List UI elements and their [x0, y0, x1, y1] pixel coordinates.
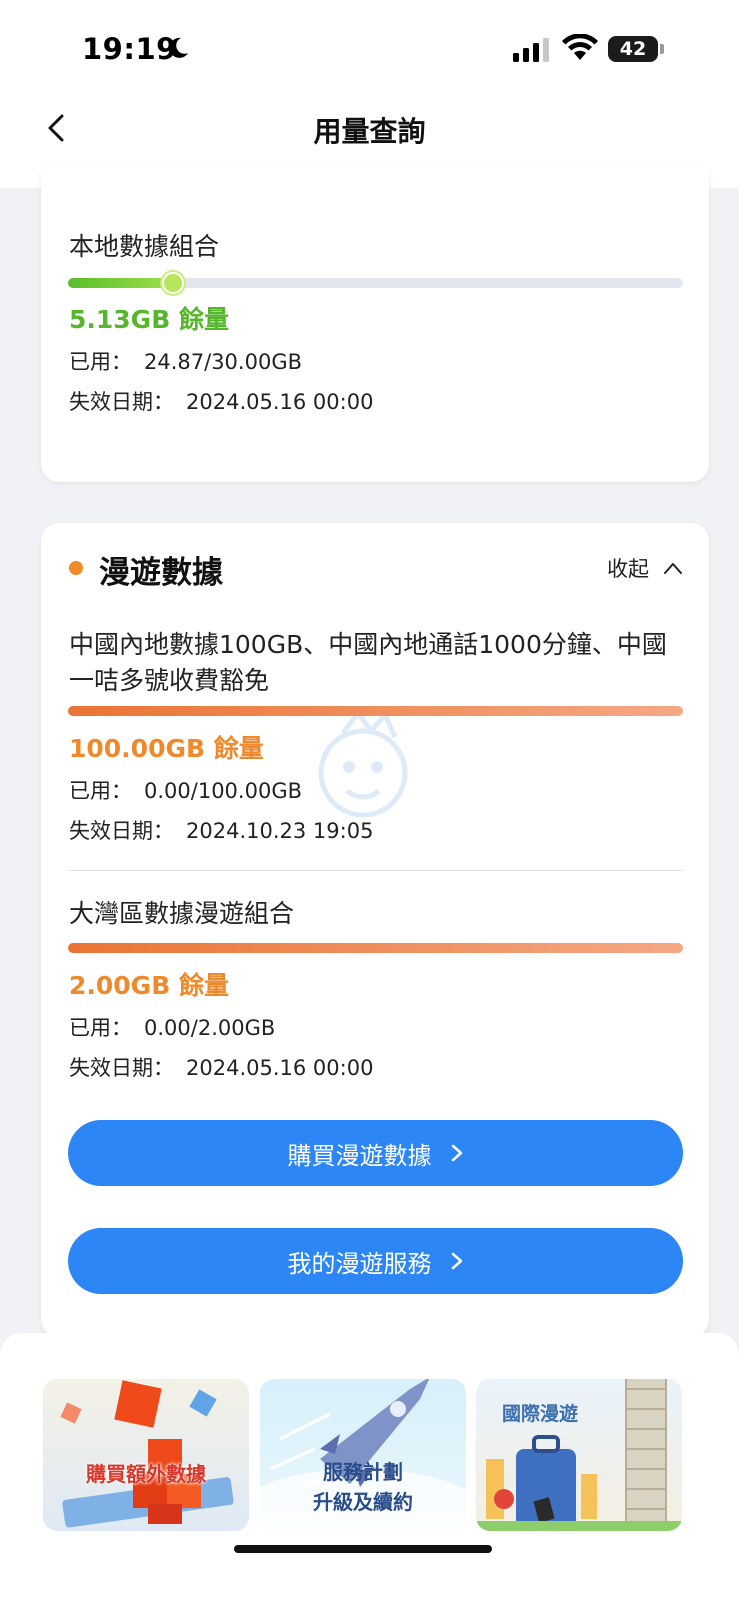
local-progress-fill — [68, 278, 173, 288]
expiry-value: 2024.05.16 00:00 — [186, 390, 374, 414]
battery-tip — [660, 44, 664, 54]
expiry-label: 失效日期： — [69, 390, 174, 414]
roaming-plan-1-expiry-row: 失效日期： 2024.10.23 19:05 — [69, 815, 373, 845]
data-cubes-icon — [60, 1380, 234, 1528]
promo-international-roaming[interactable]: 國際漫遊 — [476, 1379, 682, 1531]
promo-plan-upgrade-label: 服務計劃 升級及續約 — [260, 1457, 466, 1517]
used-label: 已用： — [69, 1016, 132, 1040]
local-plan-name: 本地數據組合 — [69, 232, 220, 261]
roaming-plan-2-used-row: 已用： 0.00/2.00GB — [69, 1012, 275, 1042]
battery-icon: 42 — [608, 36, 658, 62]
roaming-plan-1-name: 中國內地數據100GB、中國內地通話1000分鐘、中國一咭多號收費豁免 — [69, 630, 667, 695]
used-value: 0.00/2.00GB — [144, 1016, 276, 1040]
my-roaming-services-label: 我的漫遊服務 — [287, 1249, 432, 1278]
local-expiry-row: 失效日期： 2024.05.16 00:00 — [69, 386, 373, 416]
status-time: 19:19 — [82, 32, 177, 66]
roaming-data-card: 漫遊數據 收起 中國內地數據100GB、中國內地通話1000分鐘、中國一咭多號收… — [41, 523, 709, 1337]
battery-level: 42 — [619, 38, 647, 60]
progress-knob-icon — [162, 272, 184, 294]
wifi-icon — [562, 34, 598, 60]
collapse-button[interactable]: 收起 — [607, 553, 683, 583]
promo-plan-upgrade-line1: 服務計劃 — [323, 1460, 403, 1484]
roaming-plan-2-progress — [68, 943, 683, 953]
roaming-plan-1-remaining: 100.00GB 餘量 — [69, 734, 264, 763]
collapse-label: 收起 — [607, 557, 649, 581]
page-title: 用量查詢 — [313, 115, 426, 148]
expiry-label: 失效日期： — [69, 1056, 174, 1080]
chevron-right-icon — [451, 1252, 462, 1270]
roaming-plan-2-remaining: 2.00GB 餘量 — [69, 971, 229, 1000]
signal-icon — [513, 38, 549, 62]
plan-divider — [68, 870, 683, 871]
used-label: 已用： — [69, 350, 132, 374]
promo-plan-upgrade-line2: 升級及續約 — [313, 1490, 413, 1514]
expiry-value: 2024.05.16 00:00 — [186, 1056, 374, 1080]
roaming-plan-2-expiry-row: 失效日期： 2024.05.16 00:00 — [69, 1052, 373, 1082]
roaming-plan-2-fill — [68, 943, 683, 953]
used-value: 24.87/30.00GB — [144, 350, 302, 374]
home-indicator — [234, 1545, 492, 1553]
local-progress-bar — [68, 272, 683, 294]
buy-roaming-data-label: 購買漫遊數據 — [287, 1141, 432, 1170]
buy-roaming-data-button[interactable]: 購買漫遊數據 — [68, 1120, 683, 1186]
local-remaining: 5.13GB 餘量 — [69, 305, 229, 334]
expiry-value: 2024.10.23 19:05 — [186, 819, 374, 843]
expiry-label: 失效日期： — [69, 819, 174, 843]
used-label: 已用： — [69, 779, 132, 803]
chevron-up-icon — [664, 563, 682, 574]
roaming-title: 漫遊數據 — [99, 555, 223, 591]
promo-international-roaming-label: 國際漫遊 — [502, 1403, 579, 1425]
roaming-plan-2-name: 大灣區數據漫遊組合 — [69, 899, 295, 928]
moon-icon — [169, 37, 188, 58]
promo-plan-upgrade[interactable]: 服務計劃 升級及續約 — [260, 1379, 466, 1531]
watermark-logo — [318, 708, 408, 818]
used-value: 0.00/100.00GB — [144, 779, 302, 803]
promo-tray: 購買額外數據 服務計劃 升級及續約 國際漫遊 — [0, 1333, 739, 1601]
roaming-plan-1-progress — [68, 706, 683, 716]
roaming-plan-1-fill — [68, 706, 683, 716]
local-used-row: 已用： 24.87/30.00GB — [69, 346, 302, 376]
status-bar: 19:19 42 — [0, 0, 739, 90]
promo-buy-extra-data[interactable]: 購買額外數據 — [43, 1379, 249, 1531]
roaming-plan-1-used-row: 已用： 0.00/100.00GB — [69, 775, 302, 805]
my-roaming-services-button[interactable]: 我的漫遊服務 — [68, 1228, 683, 1294]
promo-buy-extra-data-label: 購買額外數據 — [86, 1462, 206, 1486]
local-data-card: 本地數據組合 5.13GB 餘量 已用： 24.87/30.00GB 失效日期： 2… — [41, 168, 709, 482]
roaming-dot-icon — [69, 561, 83, 575]
chevron-right-icon — [451, 1144, 462, 1162]
